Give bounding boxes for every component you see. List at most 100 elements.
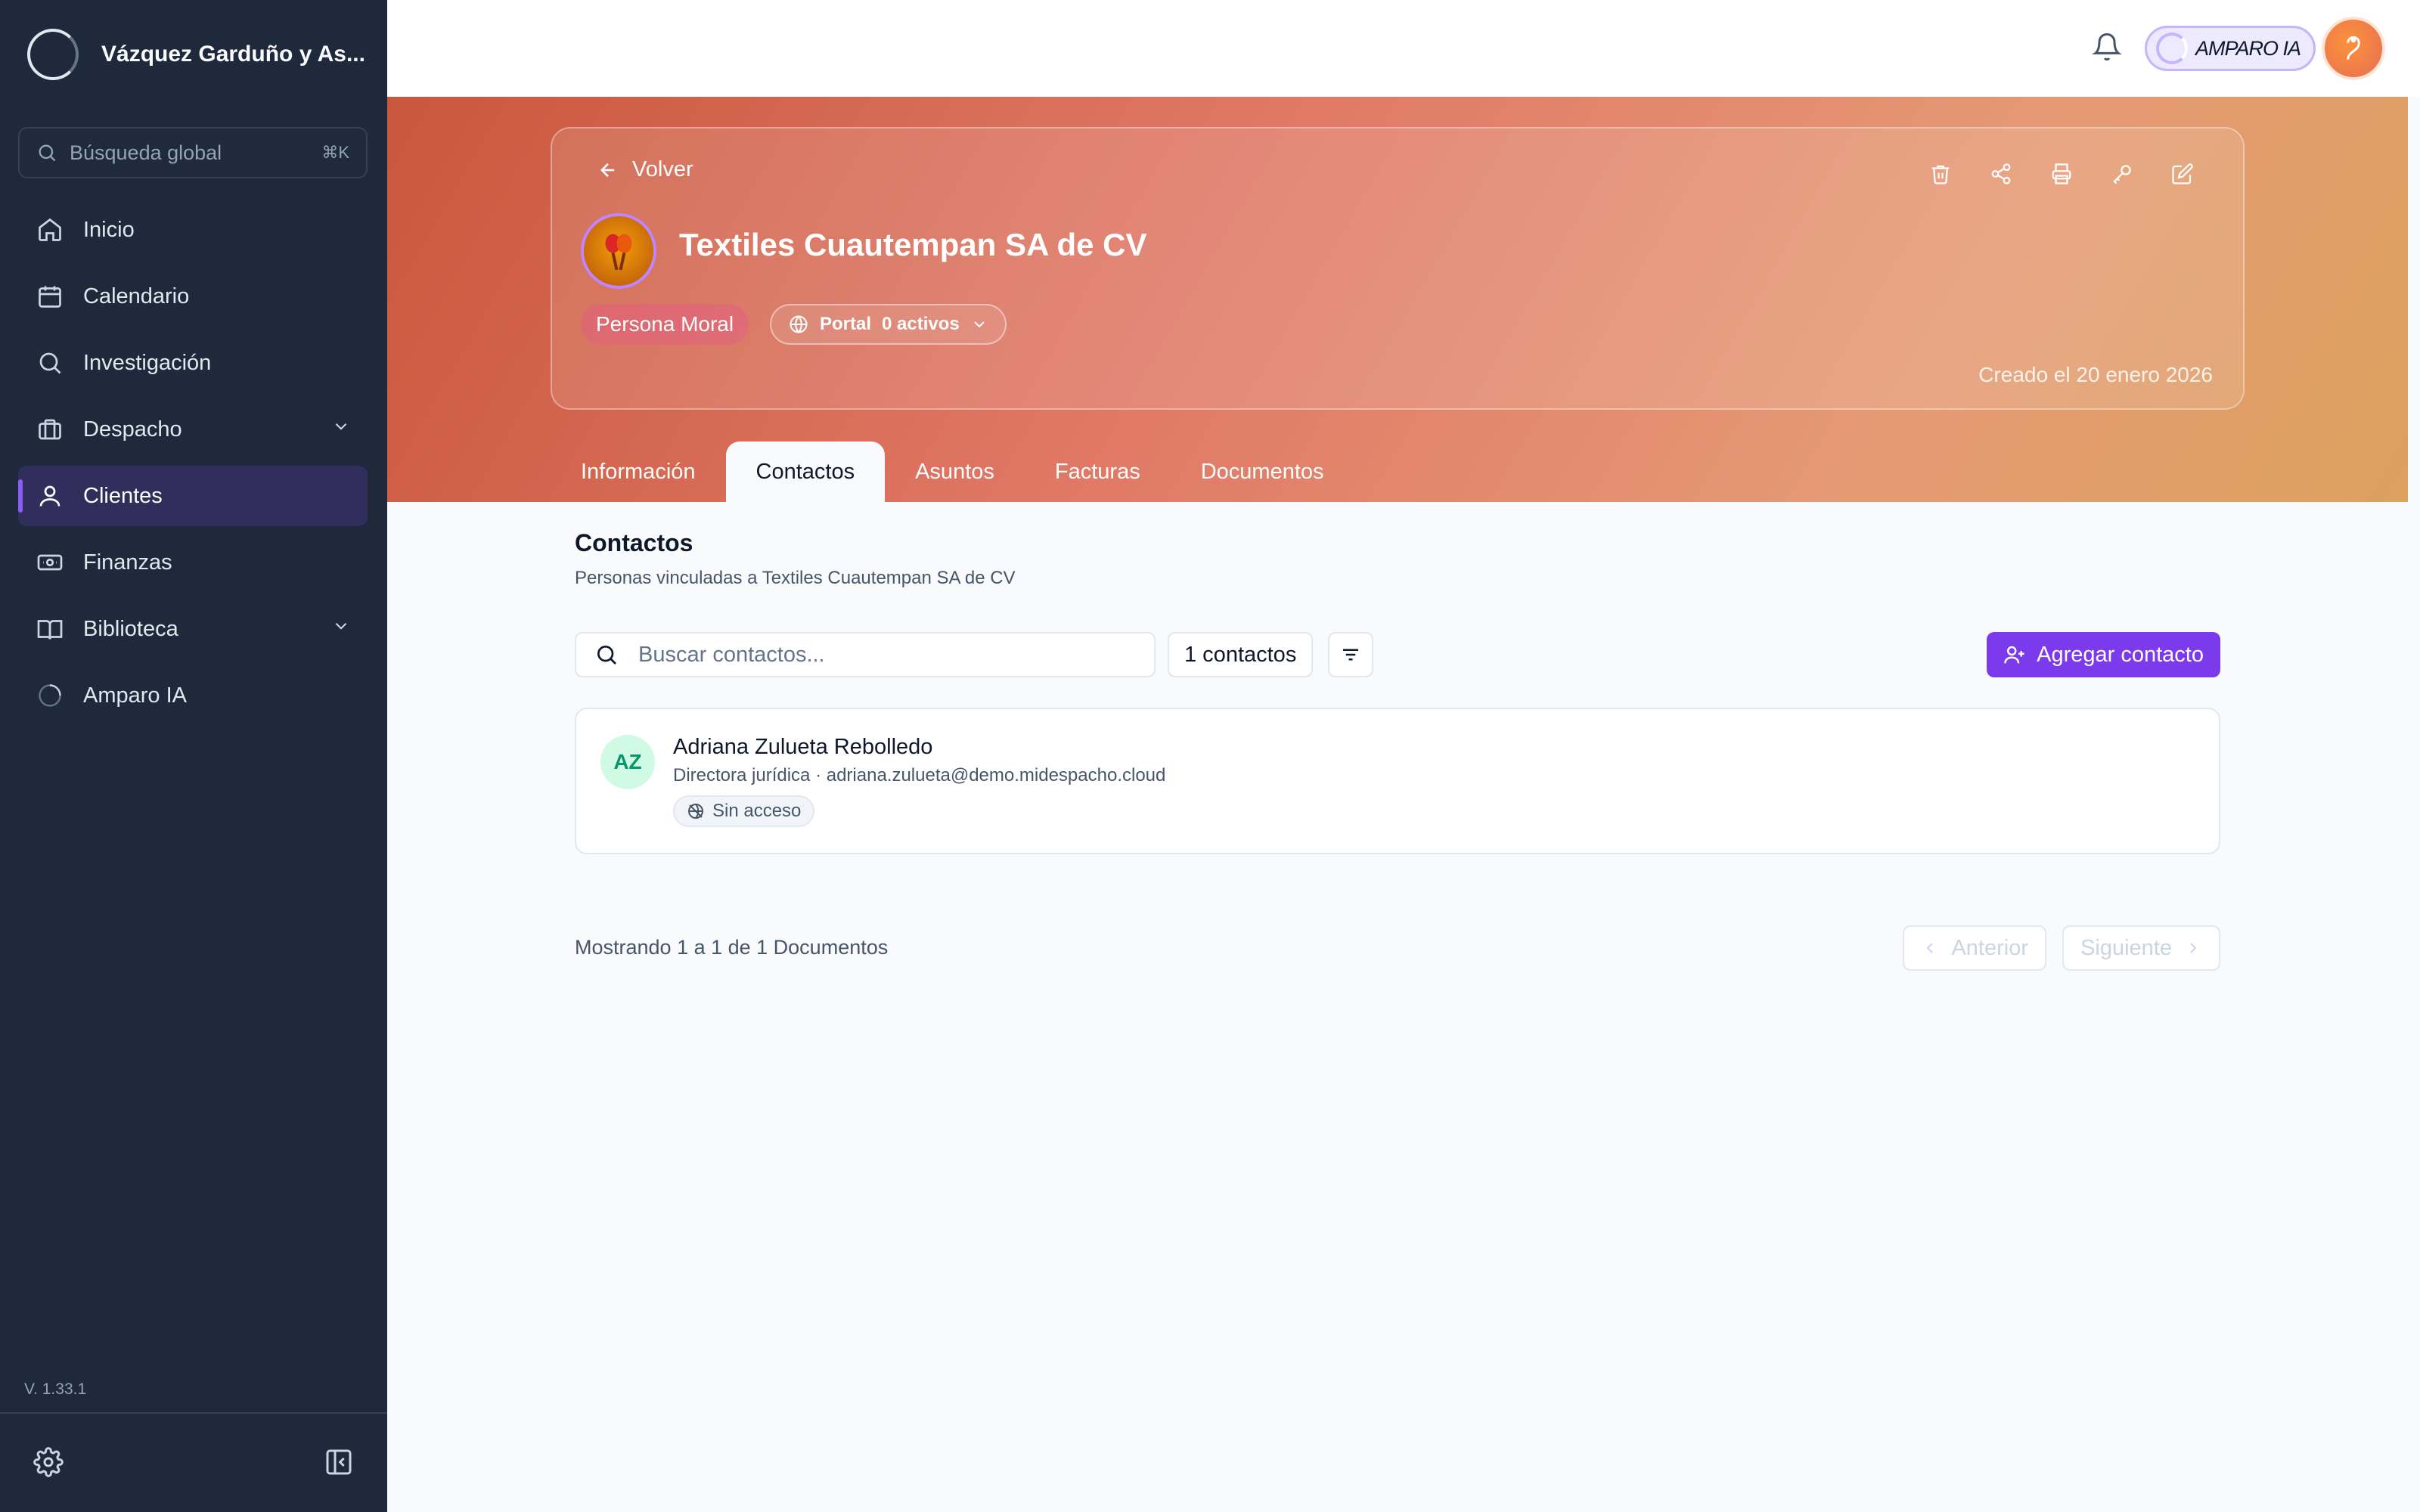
chevron-right-icon <box>2190 943 2197 953</box>
sidebar-item-label: Inicio <box>83 217 135 242</box>
search-icon <box>39 144 56 162</box>
contacts-section: Contactos Personas vinculadas a Textiles… <box>575 529 2220 971</box>
maracas-icon <box>605 234 632 271</box>
amparo-ia-button[interactable]: AMPARO IA <box>2145 26 2316 71</box>
sidebar-item-label: Despacho <box>83 417 182 442</box>
book-icon <box>35 614 65 644</box>
client-logo <box>581 213 656 289</box>
app-version: V. 1.33.1 <box>24 1380 87 1398</box>
pagination-summary: Mostrando 1 a 1 de 1 Documentos <box>575 936 889 959</box>
search-icon <box>35 348 65 378</box>
org-switcher[interactable]: Vázquez Garduño y As... <box>27 27 365 82</box>
client-actions <box>1925 159 2198 189</box>
tab-facturas[interactable]: Facturas <box>1025 442 1171 502</box>
search-shortcut: ⌘K <box>321 143 349 162</box>
user-plus-icon <box>2004 646 2024 664</box>
sidebar-item-label: Investigación <box>83 350 212 375</box>
global-search[interactable]: Búsqueda global ⌘K <box>18 127 368 178</box>
share-icon[interactable] <box>1986 159 2016 189</box>
portal-label: Portal <box>820 314 872 334</box>
global-search-placeholder: Búsqueda global <box>70 141 222 164</box>
globe-off-icon <box>688 804 703 819</box>
chevron-down-icon <box>331 616 351 642</box>
banknote-icon <box>35 547 65 578</box>
portal-active-count: 0 activos <box>882 314 960 334</box>
add-contact-button[interactable]: Agregar contacto <box>1987 632 2220 677</box>
spinner-icon <box>35 680 65 711</box>
edit-icon[interactable] <box>2167 159 2198 189</box>
sidebar-item-investigacion[interactable]: Investigación <box>18 333 368 393</box>
arrow-left-icon <box>600 163 615 177</box>
org-logo <box>27 29 79 80</box>
tab-documentos[interactable]: Documentos <box>1171 442 1354 502</box>
filter-button[interactable] <box>1328 632 1373 677</box>
pagination: Mostrando 1 a 1 de 1 Documentos Anterior… <box>575 925 2220 971</box>
contacts-count: 1 contactos <box>1168 632 1314 677</box>
org-name: Vázquez Garduño y As... <box>101 42 365 67</box>
flamingo-icon <box>2347 36 2360 60</box>
bell-icon[interactable] <box>2092 32 2122 66</box>
next-page-button[interactable]: Siguiente <box>2062 925 2220 971</box>
sidebar-item-label: Biblioteca <box>83 616 178 641</box>
section-subtitle: Personas vinculadas a Textiles Cuautempa… <box>575 568 1016 588</box>
previous-page-button[interactable]: Anterior <box>1903 925 2046 971</box>
sidebar-item-label: Calendario <box>83 284 190 308</box>
add-contact-label: Agregar contacto <box>2037 642 2204 667</box>
section-title: Contactos <box>575 529 693 556</box>
sidebar-item-amparo-ia[interactable]: Amparo IA <box>18 665 368 726</box>
search-icon <box>597 646 616 665</box>
sidebar-item-biblioteca[interactable]: Biblioteca <box>18 599 368 659</box>
contact-meta: Directora jurídica · adriana.zulueta@dem… <box>673 765 1166 785</box>
sidebar-item-clientes[interactable]: Clientes <box>18 466 368 526</box>
contacts-search-input[interactable]: Buscar contactos... <box>575 632 1156 677</box>
sidebar: Vázquez Garduño y As... Búsqueda global … <box>0 0 387 1512</box>
next-label: Siguiente <box>2080 935 2172 960</box>
sidebar-footer <box>0 1412 387 1512</box>
home-icon <box>35 215 65 245</box>
avatar[interactable] <box>2322 17 2385 80</box>
tab-contactos[interactable]: Contactos <box>725 442 886 502</box>
access-label: Sin acceso <box>712 801 802 821</box>
created-date: Creado el 20 enero 2026 <box>1978 363 2213 386</box>
tab-informacion[interactable]: Información <box>551 442 726 502</box>
portal-dropdown[interactable]: Portal 0 activos <box>770 304 1007 345</box>
client-header-card: Volver Textiles Cuautempan SA de CV Pers… <box>551 127 2245 410</box>
trash-icon[interactable] <box>1925 159 1956 189</box>
back-button[interactable]: Volver <box>597 157 693 182</box>
sidebar-item-calendario[interactable]: Calendario <box>18 266 368 327</box>
contacts-toolbar: Buscar contactos... 1 contactos Agregar … <box>575 632 2220 677</box>
sidebar-item-label: Amparo IA <box>83 683 187 708</box>
amparo-ia-label: AMPARO IA <box>2195 36 2301 60</box>
client-tabs: Información Contactos Asuntos Facturas D… <box>551 442 1354 502</box>
sidebar-item-finanzas[interactable]: Finanzas <box>18 532 368 593</box>
back-label: Volver <box>632 157 693 181</box>
chevron-left-icon <box>1927 943 1934 953</box>
chevron-down-icon <box>331 417 351 442</box>
contact-name: Adriana Zulueta Rebolledo <box>673 735 933 759</box>
client-type-badge: Persona Moral <box>581 304 749 345</box>
collapse-sidebar-icon[interactable] <box>324 1447 354 1481</box>
sidebar-item-label: Clientes <box>83 483 163 508</box>
sidebar-item-inicio[interactable]: Inicio <box>18 200 368 260</box>
top-bar: AMPARO IA <box>387 0 2420 97</box>
key-icon[interactable] <box>2107 159 2137 189</box>
filter-icon <box>1343 649 1358 661</box>
user-icon <box>35 481 65 511</box>
sidebar-item-label: Finanzas <box>83 550 172 575</box>
page-title: Textiles Cuautempan SA de CV <box>679 227 1147 262</box>
spinner-icon <box>2156 33 2188 64</box>
tab-asuntos[interactable]: Asuntos <box>885 442 1025 502</box>
gear-icon[interactable] <box>33 1447 64 1481</box>
briefcase-icon <box>35 414 65 445</box>
chevron-down-icon <box>974 321 985 328</box>
client-hero: Volver Textiles Cuautempan SA de CV Pers… <box>387 97 2408 502</box>
avatar: AZ <box>600 735 655 789</box>
globe-icon <box>790 315 808 334</box>
sidebar-item-despacho[interactable]: Despacho <box>18 399 368 460</box>
printer-icon[interactable] <box>2046 159 2077 189</box>
sidebar-nav: Inicio Calendario Investigación Despacho… <box>18 200 368 732</box>
contacts-search-placeholder: Buscar contactos... <box>638 642 825 667</box>
previous-label: Anterior <box>1951 935 2028 960</box>
list-item[interactable]: AZ Adriana Zulueta Rebolledo Directora j… <box>575 708 2220 854</box>
calendar-icon <box>35 281 65 311</box>
